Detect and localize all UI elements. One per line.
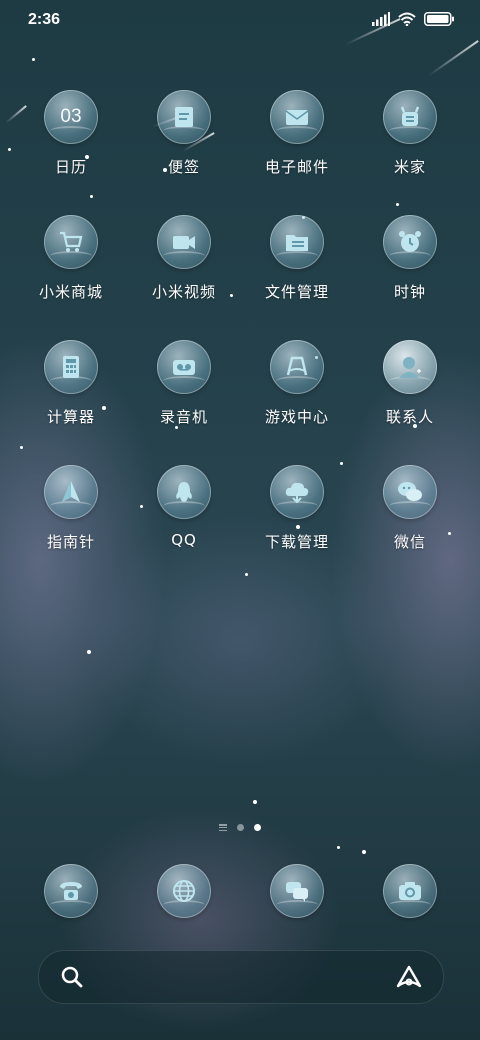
app-label: QQ: [171, 531, 197, 549]
app-label: 日历: [54, 158, 87, 176]
app-label: 游戏中心: [264, 408, 329, 426]
alarm-clock-icon: [383, 215, 437, 269]
assistant-icon[interactable]: [395, 964, 423, 990]
page-indicator[interactable]: [0, 824, 480, 831]
compass-icon: [44, 465, 98, 519]
app-compass[interactable]: 指南针: [15, 465, 127, 552]
status-icons: [372, 12, 454, 26]
app-calculator[interactable]: 计算器: [15, 340, 127, 427]
app-qq[interactable]: QQ: [128, 465, 240, 549]
app-label: 联系人: [385, 408, 434, 426]
video-camera-icon: [157, 215, 211, 269]
calculator-icon: [44, 340, 98, 394]
dock-phone[interactable]: [15, 864, 127, 918]
folder-icon: [270, 215, 324, 269]
app-label: 指南针: [46, 533, 95, 551]
app-label: 录音机: [159, 408, 208, 426]
app-file-manager[interactable]: 文件管理: [241, 215, 353, 302]
status-time: 2:36: [28, 11, 61, 28]
camera-icon: [383, 864, 437, 918]
app-mi-video[interactable]: 小米视频: [128, 215, 240, 302]
app-clock[interactable]: 时钟: [354, 215, 466, 302]
status-bar: 2:36: [0, 0, 480, 40]
wifi-icon: [398, 12, 416, 26]
recorder-icon: [157, 340, 211, 394]
app-downloads[interactable]: 下载管理: [241, 465, 353, 552]
app-calendar[interactable]: 03 日历: [15, 90, 127, 177]
app-label: 下载管理: [264, 533, 329, 551]
app-label: 电子邮件: [264, 158, 329, 176]
dock-messages[interactable]: [241, 864, 353, 918]
mail-icon: [270, 90, 324, 144]
wechat-icon: [383, 465, 437, 519]
app-recorder[interactable]: 录音机: [128, 340, 240, 427]
notes-icon: [157, 90, 211, 144]
page-list-icon: [219, 824, 227, 831]
calendar-date: 03: [60, 106, 82, 127]
page-dot: [237, 824, 244, 831]
contacts-icon: [383, 340, 437, 394]
battery-icon: [424, 12, 454, 26]
game-center-icon: [270, 340, 324, 394]
download-cloud-icon: [270, 465, 324, 519]
browser-globe-icon: [157, 864, 211, 918]
app-mijia[interactable]: 米家: [354, 90, 466, 177]
calendar-icon: 03: [44, 90, 98, 144]
app-contacts[interactable]: 联系人: [354, 340, 466, 427]
app-label: 小米商城: [38, 283, 103, 301]
app-mi-store[interactable]: 小米商城: [15, 215, 127, 302]
messages-icon: [270, 864, 324, 918]
search-icon[interactable]: [59, 964, 85, 990]
app-label: 小米视频: [151, 283, 216, 301]
shopping-cart-icon: [44, 215, 98, 269]
page-dot-active: [254, 824, 261, 831]
app-game-center[interactable]: 游戏中心: [241, 340, 353, 427]
app-mail[interactable]: 电子邮件: [241, 90, 353, 177]
app-label: 文件管理: [264, 283, 329, 301]
phone-icon: [44, 864, 98, 918]
qq-icon: [157, 465, 211, 519]
app-label: 米家: [393, 158, 426, 176]
app-notes[interactable]: 便签: [128, 90, 240, 177]
app-label: 时钟: [393, 283, 426, 301]
mijia-icon: [383, 90, 437, 144]
dock-camera[interactable]: [354, 864, 466, 918]
app-label: 微信: [393, 533, 426, 551]
app-wechat[interactable]: 微信: [354, 465, 466, 552]
app-label: 便签: [167, 158, 200, 176]
app-label: 计算器: [46, 408, 95, 426]
search-bar[interactable]: [38, 950, 444, 1004]
signal-icon: [372, 12, 390, 26]
dock-browser[interactable]: [128, 864, 240, 918]
